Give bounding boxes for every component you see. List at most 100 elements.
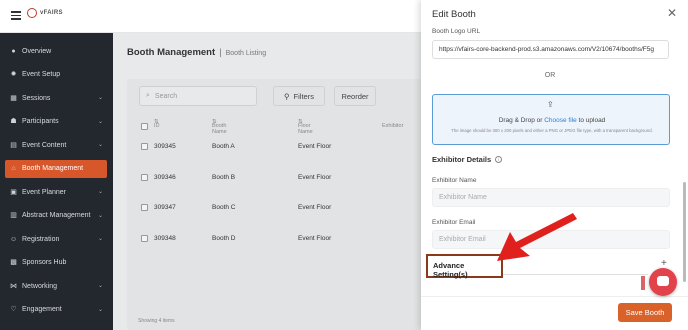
booth-table-card: ⌕ Search ⚲ Filters Reorder ID ⇅ Booth Na… (127, 79, 457, 330)
chevron-down-icon: ⌄ (97, 189, 103, 195)
cell-id: 309348 (154, 234, 176, 242)
chevron-down-icon: ⌄ (97, 118, 103, 125)
sidebar-item-label: Participants (22, 118, 59, 125)
sidebar-item-label: Sessions (22, 94, 51, 102)
booth-logo-url-label: Booth Logo URL (432, 28, 481, 35)
page-title: Booth Management | Booth Listing (127, 47, 267, 58)
sidebar-item-abstract-management[interactable]: ▥ Abstract Management ⌄ (5, 207, 107, 225)
column-id[interactable]: ID ⇅ (154, 119, 160, 129)
overview-icon: ● (11, 47, 16, 55)
sidebar-item-label: Overview (22, 47, 52, 55)
logo-text: vFAIRS (40, 10, 63, 16)
info-icon[interactable]: i (495, 156, 503, 163)
participants-icon: ☗ (10, 118, 17, 125)
sidebar-item-sessions[interactable]: ▦ Sessions ⌄ (5, 89, 107, 107)
sidebar-item-networking[interactable]: ⋈ Networking ⌄ (5, 277, 107, 295)
cell-id: 309346 (154, 173, 176, 181)
upload-text-after: to upload (576, 117, 606, 124)
table-row[interactable]: 309348 Booth D Event Floor (138, 224, 457, 254)
table-row[interactable]: 309345 Booth A Event Floor (138, 132, 457, 162)
sidebar-item-label: Registration (22, 235, 60, 243)
hamburger-menu-icon[interactable] (11, 11, 21, 20)
table-row[interactable]: 309346 Booth B Event Floor (138, 163, 457, 193)
chevron-down-icon: ⌄ (97, 306, 103, 313)
drawer-title: Edit Booth (432, 9, 476, 20)
booth-icon: ⌂ (11, 165, 16, 172)
drawer-scrollbar[interactable] (683, 182, 686, 282)
table-footer-count: Showing 4 items (138, 318, 175, 324)
cell-floor-name: Event Floor (298, 173, 332, 181)
reorder-label: Reorder (341, 91, 369, 101)
chevron-down-icon: ⌄ (97, 95, 103, 101)
sidebar-item-event-planner[interactable]: ▣ Event Planner ⌄ (5, 183, 107, 201)
sidebar-item-booth-management[interactable]: ⌂ Booth Management (5, 159, 107, 178)
sidebar-item-participants[interactable]: ☗ Participants ⌄ (5, 113, 107, 131)
table-row[interactable]: 309347 Booth C Event Floor (138, 193, 457, 223)
table-header: ID ⇅ Booth Name ⇅ Floor Name ⇅ Exhibitor (138, 115, 457, 135)
content-icon: ▤ (10, 141, 17, 149)
sidebar-item-overview[interactable]: ● Overview (5, 42, 107, 60)
row-checkbox[interactable] (141, 173, 148, 181)
reorder-button[interactable]: Reorder (334, 86, 376, 106)
advance-settings-toggle[interactable]: Advance Setting(s) (426, 254, 503, 279)
exhibitor-email-input[interactable]: Exhibitor Email (432, 230, 670, 249)
registration-icon: ☺ (10, 235, 18, 243)
sidebar-item-event-content[interactable]: ▤ Event Content ⌄ (5, 136, 107, 154)
sidebar-item-label: Event Setup (22, 71, 61, 78)
filters-button[interactable]: ⚲ Filters (273, 86, 325, 106)
exhibitor-name-input[interactable]: Exhibitor Name (432, 188, 670, 207)
filters-label: Filters (293, 91, 314, 101)
chat-widget-button[interactable] (649, 268, 677, 296)
chevron-down-icon: ⌄ (97, 142, 103, 148)
logo: vFAIRS (27, 8, 63, 18)
engagement-icon: ♡ (10, 306, 17, 313)
upload-hint: The image should be 300 x 200 pixels and… (451, 128, 653, 133)
column-exhibitor-label: Exhibitor (382, 123, 404, 129)
column-id-label: ID (154, 123, 160, 129)
choose-file-link[interactable]: Choose file (544, 117, 577, 124)
exhibitor-details-heading: Exhibitor Details i (432, 155, 503, 164)
breadcrumb: Booth Listing (225, 50, 267, 57)
sidebar-item-event-setup[interactable]: ✹ Event Setup (5, 66, 107, 84)
exhibitor-email-label: Exhibitor Email (432, 219, 476, 226)
sidebar-item-sponsors-hub[interactable]: ▩ Sponsors Hub (5, 254, 107, 272)
logo-icon (27, 8, 37, 18)
cell-floor-name: Event Floor (298, 234, 332, 242)
exhibitor-details-label: Exhibitor Details (432, 155, 492, 164)
gear-icon: ✹ (10, 71, 17, 78)
chat-grip[interactable] (641, 276, 645, 290)
upload-instructions: Drag & Drop or Choose file to upload (433, 117, 671, 124)
save-booth-button[interactable]: Save Booth (618, 303, 672, 322)
sidebar-item-engagement[interactable]: ♡ Engagement ⌄ (5, 301, 107, 319)
networking-icon: ⋈ (10, 282, 17, 290)
cell-booth-name: Booth C (212, 204, 236, 211)
chevron-down-icon: ⌄ (97, 236, 103, 242)
chevron-down-icon: ⌄ (97, 283, 103, 289)
booth-logo-url-input[interactable]: https://vfairs-core-backend-prod.s3.amaz… (432, 40, 669, 59)
sidebar: ● Overview ✹ Event Setup ▦ Sessions ⌄ ☗ Particip… (0, 33, 113, 330)
edit-booth-drawer: Edit Booth ✕ Booth Logo URL https://vfai… (421, 0, 688, 330)
chat-bubble-icon (657, 276, 669, 286)
cell-floor-name: Event Floor (298, 143, 332, 150)
search-input[interactable]: ⌕ Search (139, 86, 257, 106)
row-checkbox[interactable] (141, 204, 148, 211)
close-icon[interactable]: ✕ (667, 6, 677, 20)
sidebar-item-label: Networking (22, 282, 58, 290)
column-booth-name[interactable]: Booth Name ⇅ (212, 119, 227, 135)
row-checkbox[interactable] (141, 143, 148, 150)
sponsors-icon: ▩ (10, 259, 17, 266)
cell-id: 309345 (154, 143, 176, 150)
sidebar-item-registration[interactable]: ☺ Registration ⌄ (5, 230, 107, 248)
cell-floor-name: Event Floor (298, 204, 332, 211)
cell-id: 309347 (154, 204, 176, 211)
sidebar-item-label: Engagement (22, 306, 62, 313)
cell-booth-name: Booth B (212, 173, 236, 181)
cell-booth-name: Booth A (212, 143, 235, 150)
row-checkbox[interactable] (141, 234, 148, 242)
sessions-icon: ▦ (10, 94, 17, 102)
upload-dropzone[interactable]: ⇪ Drag & Drop or Choose file to upload T… (432, 94, 670, 145)
sidebar-item-label: Booth Management (22, 165, 84, 172)
search-icon: ⌕ (146, 92, 150, 99)
column-floor-name[interactable]: Floor Name ⇅ (298, 119, 313, 135)
planner-icon: ▣ (10, 188, 17, 196)
